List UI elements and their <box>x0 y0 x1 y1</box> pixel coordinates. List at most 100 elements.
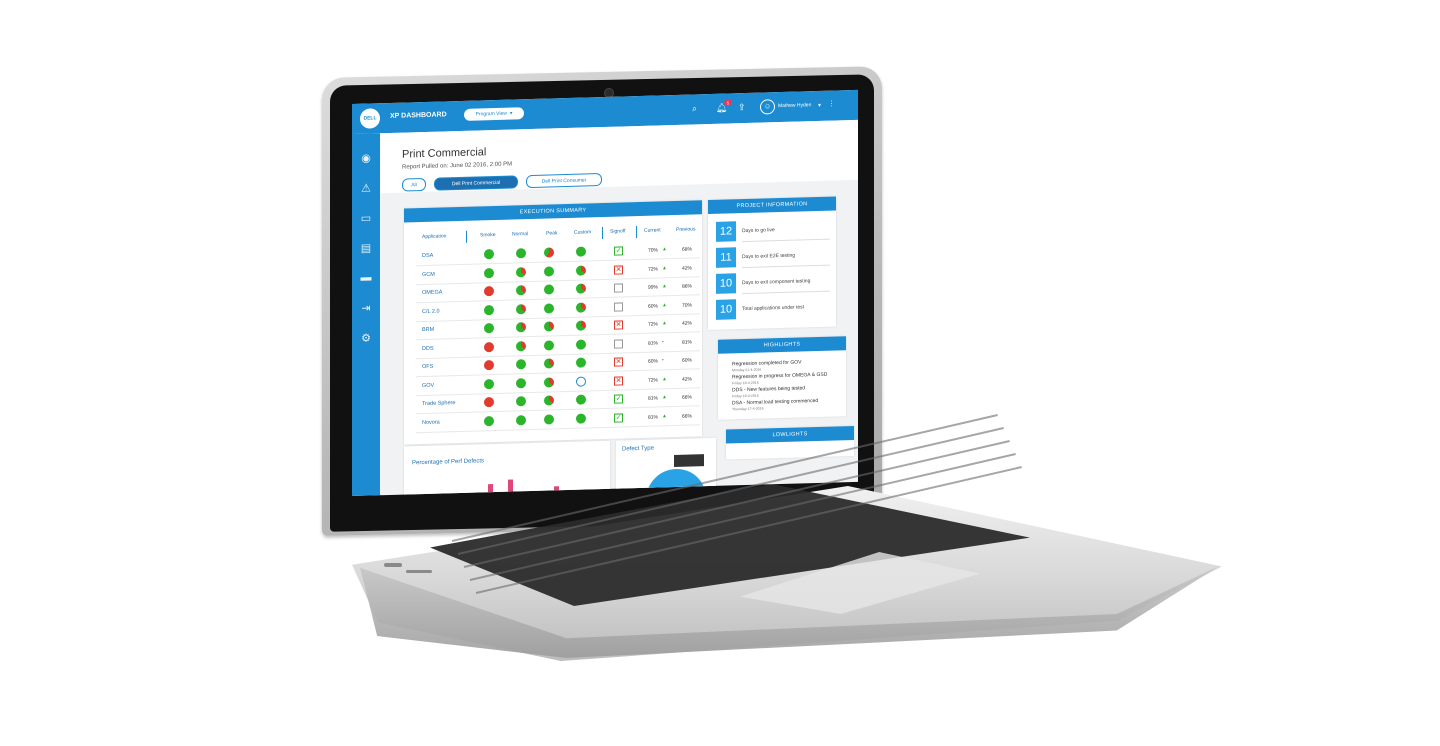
status-indicator[interactable] <box>544 247 554 258</box>
warning-icon[interactable]: ⚠ <box>358 179 374 195</box>
application-name[interactable]: DSA <box>422 253 433 259</box>
logout-icon[interactable]: ⇥ <box>358 299 374 315</box>
avatar[interactable]: ☺ <box>760 99 775 115</box>
status-indicator[interactable] <box>576 301 586 313</box>
user-name[interactable]: Mathew Hyden <box>778 102 811 109</box>
divider <box>742 238 830 243</box>
status-indicator[interactable] <box>576 338 586 350</box>
col-normal[interactable]: Normal <box>512 231 528 237</box>
application-name[interactable]: GOV <box>422 382 434 388</box>
signoff-checkbox[interactable]: ✕ <box>614 357 623 367</box>
status-indicator[interactable] <box>484 378 494 389</box>
status-indicator[interactable] <box>576 412 586 424</box>
col-current[interactable]: Current <box>644 227 661 233</box>
project-information-title: PROJECT INFORMATION <box>708 196 836 215</box>
document-icon[interactable]: ▤ <box>358 239 374 255</box>
status-indicator[interactable] <box>544 395 554 406</box>
status-indicator[interactable] <box>484 286 494 297</box>
settings-icon[interactable]: ⚙ <box>358 329 374 345</box>
status-indicator[interactable] <box>484 323 494 334</box>
filter-dell-print-commercial[interactable]: Dell Print Commercial <box>434 175 518 191</box>
col-custom[interactable]: Custom <box>574 229 591 235</box>
current-value: 81% <box>648 339 659 347</box>
status-indicator[interactable] <box>516 359 526 370</box>
status-indicator[interactable] <box>516 322 526 333</box>
page-title: Print Commercial <box>402 146 487 161</box>
col-signoff[interactable]: Signoff <box>610 228 625 234</box>
arrow-up-icon: ▲ <box>662 394 667 401</box>
status-indicator[interactable] <box>516 414 526 425</box>
signoff-checkbox[interactable] <box>614 301 623 312</box>
application-name[interactable]: DDS <box>422 345 434 351</box>
signoff-checkbox[interactable]: ✕ <box>614 320 623 330</box>
status-indicator[interactable] <box>484 360 494 371</box>
signoff-checkbox[interactable]: ✓ <box>614 394 623 404</box>
signoff-checkbox[interactable] <box>614 338 623 349</box>
status-indicator[interactable] <box>576 264 586 276</box>
status-indicator[interactable] <box>576 394 586 405</box>
status-indicator[interactable] <box>516 248 526 259</box>
highlight-date: Thursday 17-4-2016 <box>732 406 764 412</box>
status-indicator[interactable] <box>484 415 494 426</box>
project-info-item: 12 Days to go live <box>716 219 832 244</box>
application-name[interactable]: OMEGA <box>422 289 442 296</box>
status-indicator[interactable] <box>576 357 586 368</box>
divider <box>416 423 700 433</box>
status-indicator[interactable] <box>576 320 586 331</box>
previous-value: 86% <box>682 283 693 290</box>
status-indicator[interactable] <box>516 266 526 277</box>
signoff-checkbox[interactable]: ✓ <box>614 412 623 423</box>
status-indicator[interactable] <box>484 267 494 278</box>
signoff-checkbox[interactable]: ✓ <box>614 246 623 256</box>
eye-icon[interactable]: ◉ <box>358 149 374 165</box>
status-indicator[interactable] <box>516 396 526 407</box>
status-indicator[interactable] <box>544 265 554 277</box>
search-icon[interactable]: ⌕ <box>692 103 697 113</box>
status-indicator[interactable] <box>576 375 586 387</box>
status-indicator[interactable] <box>576 283 586 294</box>
application-name[interactable]: Trade Sphere <box>422 400 455 407</box>
filter-all[interactable]: All <box>402 177 426 192</box>
status-indicator[interactable] <box>516 303 526 314</box>
status-indicator[interactable] <box>576 246 586 257</box>
application-name[interactable]: C/L 2.0 <box>422 308 440 314</box>
col-smoke[interactable]: Smoke <box>480 232 496 238</box>
col-application[interactable]: Application <box>422 233 446 240</box>
program-view-dropdown[interactable]: Program View ▾ <box>464 107 524 121</box>
highlight-date: Monday 21-4-2016 <box>732 367 762 373</box>
status-indicator[interactable] <box>544 302 554 314</box>
share-icon[interactable]: ⇪ <box>738 102 746 112</box>
status-indicator[interactable] <box>516 340 526 351</box>
chevron-down-icon[interactable]: ▾ <box>818 101 821 111</box>
status-indicator[interactable] <box>484 249 494 260</box>
status-indicator[interactable] <box>484 397 494 408</box>
project-info-label: Total applications under test <box>742 304 804 313</box>
status-indicator[interactable] <box>516 285 526 296</box>
status-indicator[interactable] <box>544 376 554 388</box>
col-previous[interactable]: Previous <box>676 226 695 233</box>
card-icon[interactable]: ▬ <box>358 269 374 285</box>
col-peak[interactable]: Peak <box>546 230 557 236</box>
status-indicator[interactable] <box>544 339 554 351</box>
highlight-text: DSA - Normal load testing commenced <box>732 397 819 407</box>
application-name[interactable]: GCM <box>422 271 435 277</box>
previous-value: 42% <box>682 265 693 272</box>
signoff-checkbox[interactable] <box>614 283 623 293</box>
status-indicator[interactable] <box>484 304 494 315</box>
monitor-icon[interactable]: ▭ <box>358 209 374 225</box>
status-indicator[interactable] <box>544 284 554 295</box>
signoff-checkbox[interactable]: ✕ <box>614 375 623 386</box>
application-name[interactable]: Novora <box>422 419 440 425</box>
status-indicator[interactable] <box>516 377 526 388</box>
status-indicator[interactable] <box>544 358 554 369</box>
highlight-text: Regression in progress for OMEGA & GSD <box>732 371 828 381</box>
status-indicator[interactable] <box>484 341 494 352</box>
more-icon[interactable]: ⋮ <box>828 100 835 110</box>
application-name[interactable]: OFS <box>422 364 433 370</box>
filter-dell-print-consumer[interactable]: Dell Print Consumer <box>526 173 602 189</box>
dell-logo[interactable]: DELL <box>360 108 380 129</box>
status-indicator[interactable] <box>544 413 554 425</box>
signoff-checkbox[interactable]: ✕ <box>614 264 623 275</box>
application-name[interactable]: BRM <box>422 327 434 333</box>
status-indicator[interactable] <box>544 321 554 332</box>
